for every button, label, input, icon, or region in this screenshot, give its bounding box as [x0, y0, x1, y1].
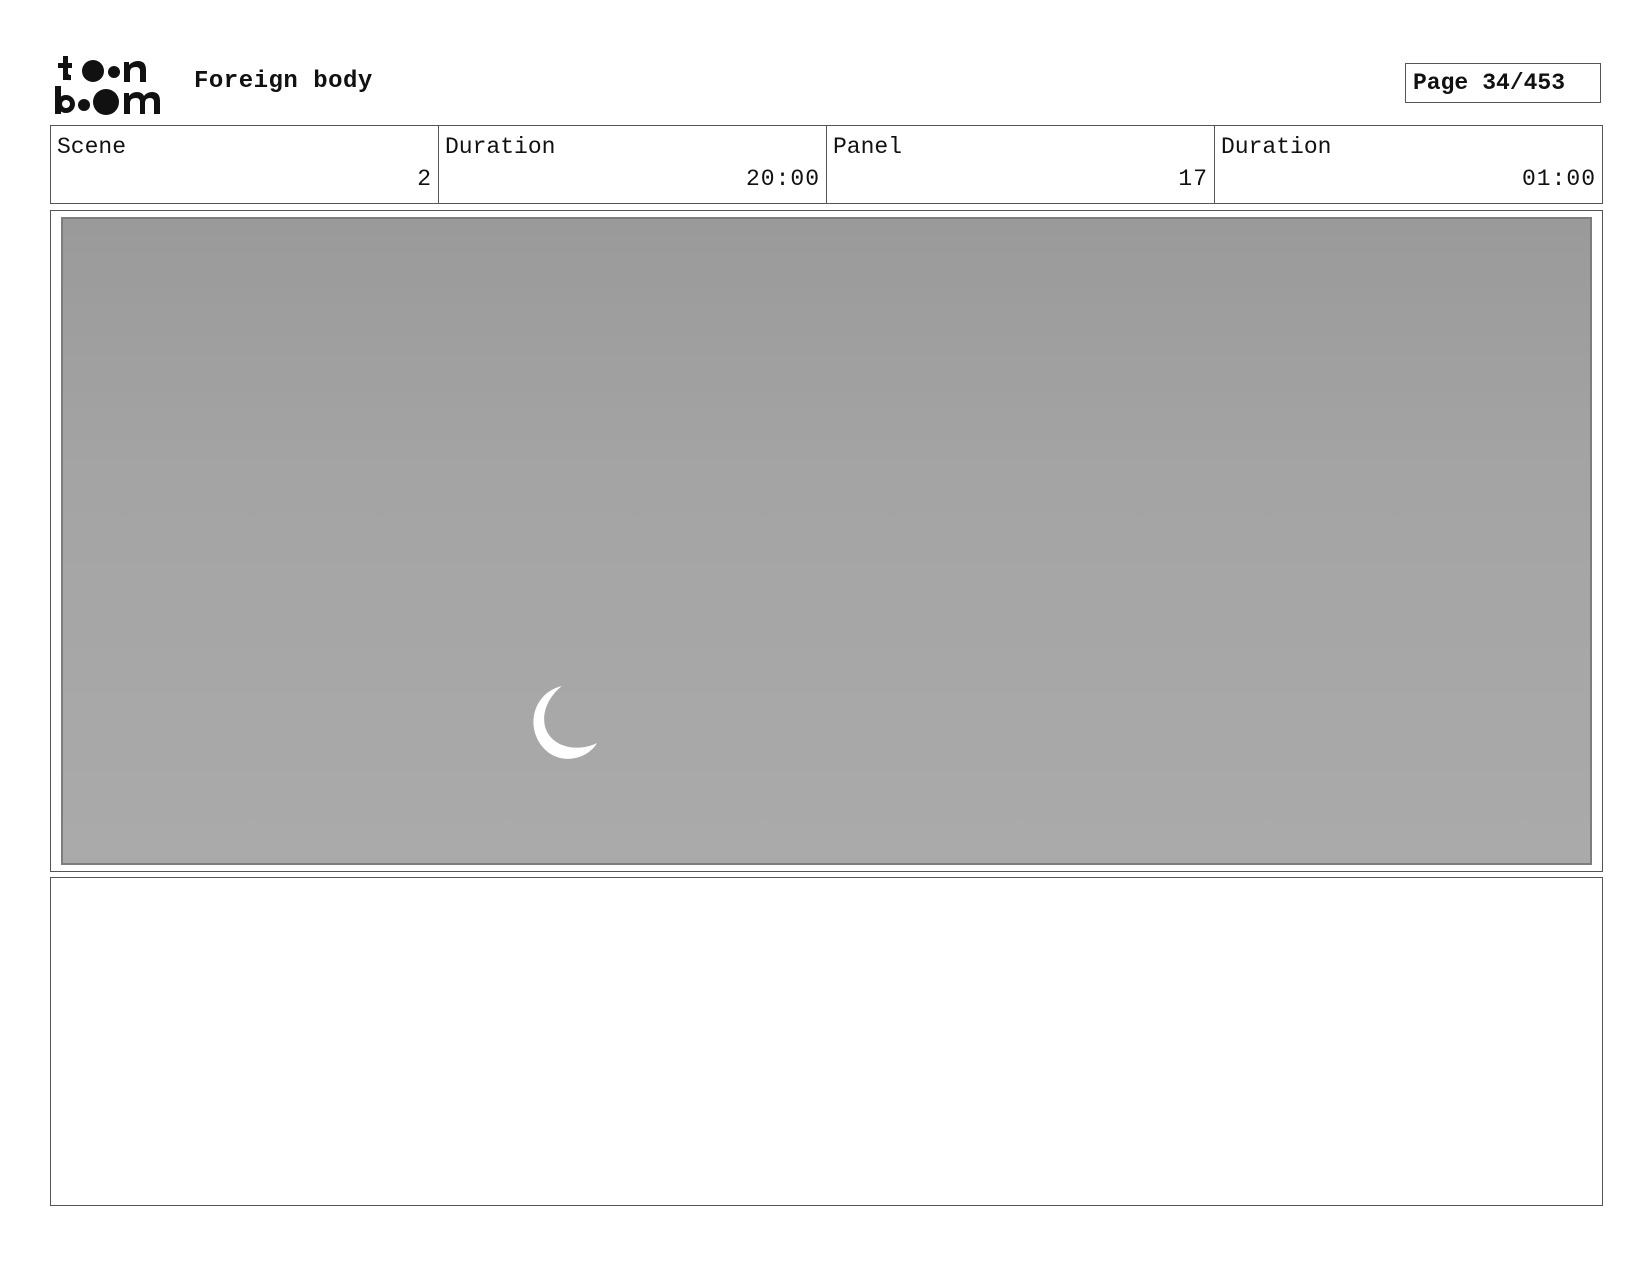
- scene-duration-value: 20:00: [745, 166, 820, 192]
- page-label: Page: [1413, 70, 1469, 96]
- crescent-moon-icon: [533, 686, 597, 759]
- panel-duration-value: 01:00: [1521, 166, 1596, 192]
- scene-duration-cell: Duration 20:00: [439, 126, 827, 203]
- storyboard-panel-frame: [50, 210, 1603, 872]
- scene-cell: Scene 2: [51, 126, 439, 203]
- scene-info-table: Scene 2 Duration 20:00 Panel 17 Duration…: [50, 125, 1603, 204]
- panel-label: Panel: [833, 134, 903, 160]
- page-number: 34/453: [1482, 70, 1566, 96]
- panel-notes-box: [50, 877, 1603, 1206]
- project-title: Foreign body: [194, 68, 373, 95]
- panel-value: 17: [1178, 166, 1208, 192]
- panel-duration-cell: Duration 01:00: [1215, 126, 1602, 203]
- panel-cell: Panel 17: [827, 126, 1215, 203]
- storyboard-panel-image: [61, 217, 1592, 865]
- toon-boom-logo: [54, 54, 170, 116]
- page-indicator: Page 34/453: [1405, 63, 1601, 103]
- scene-value: 2: [417, 166, 432, 192]
- scene-duration-label: Duration: [445, 134, 556, 160]
- panel-duration-label: Duration: [1221, 134, 1332, 160]
- scene-label: Scene: [57, 134, 127, 160]
